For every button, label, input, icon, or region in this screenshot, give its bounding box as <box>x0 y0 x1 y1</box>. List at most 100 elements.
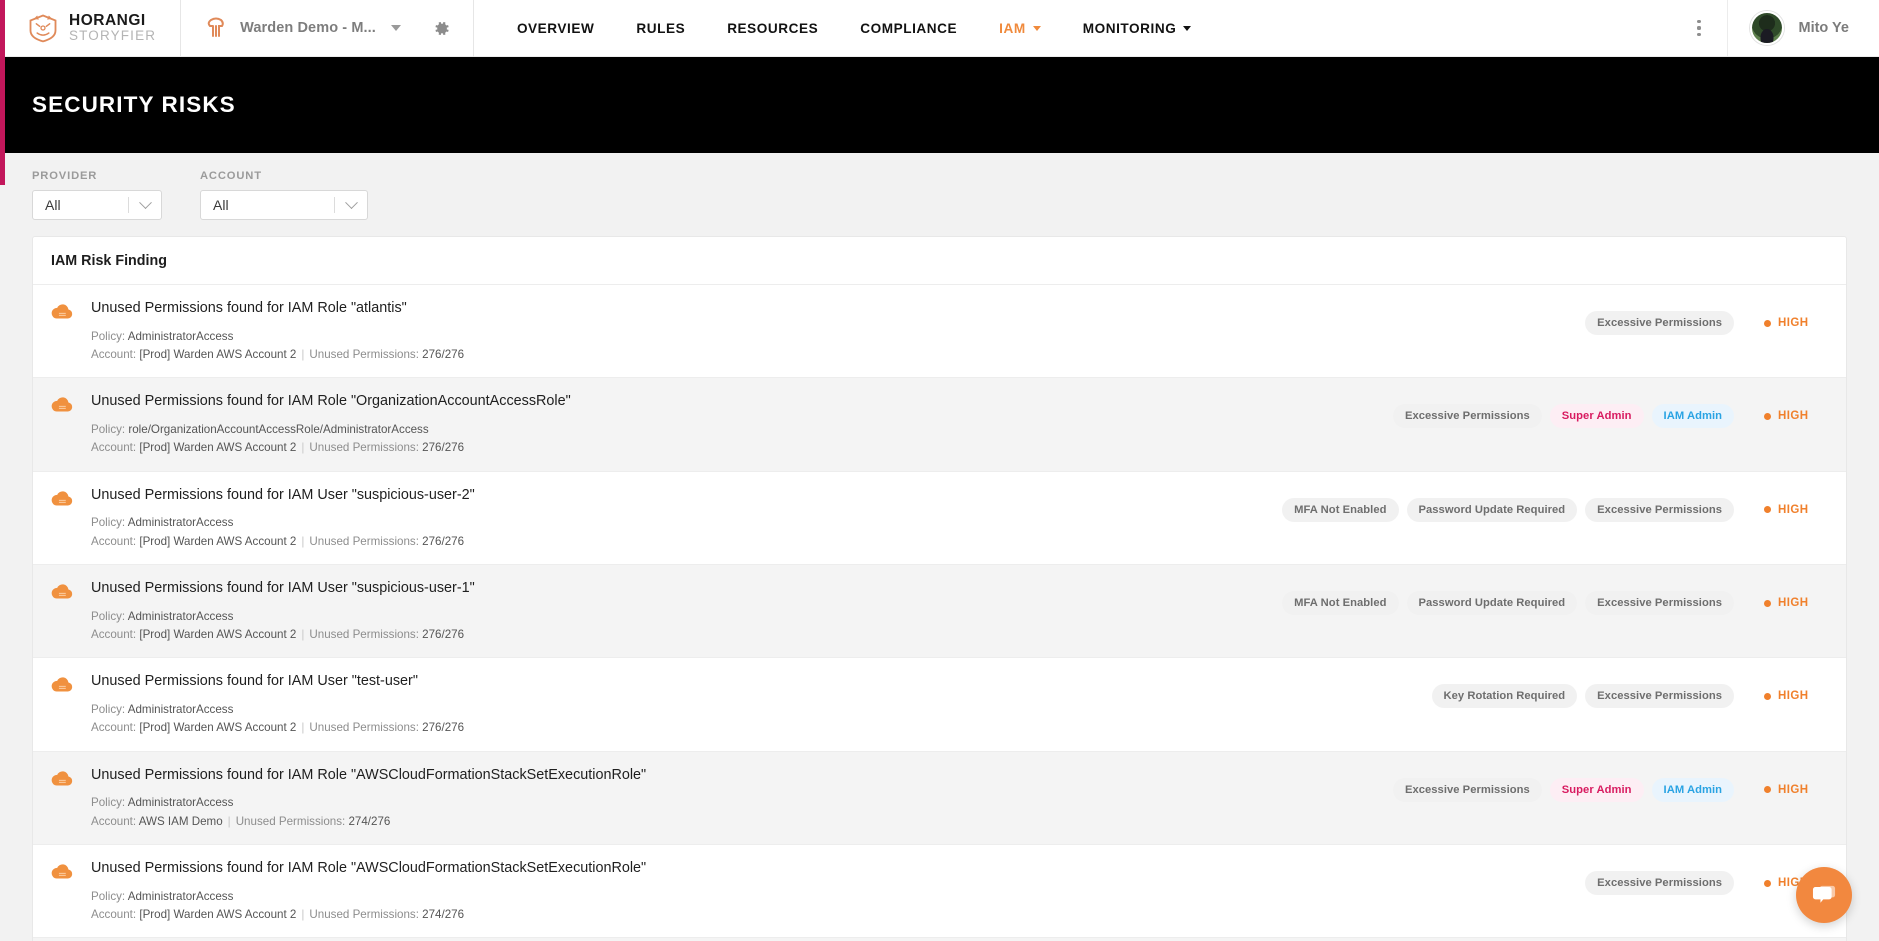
finding-title: Unused Permissions found for IAM User "t… <box>91 673 418 690</box>
finding-row[interactable]: Unused Permissions found for IAM Role "O… <box>33 378 1846 472</box>
nav-item-rules[interactable]: RULES <box>615 0 706 56</box>
finding-row[interactable]: Unused Permissions found for IAM Role "a… <box>33 285 1846 379</box>
finding-tag[interactable]: Excessive Permissions <box>1585 684 1734 709</box>
finding-row[interactable]: Unused Permissions found for IAM User "s… <box>33 472 1846 566</box>
finding-meta: Policy: AdministratorAccess Account: AWS … <box>91 794 1381 831</box>
finding-title: Unused Permissions found for IAM Role "O… <box>91 393 571 410</box>
finding-meta: Policy: AdministratorAccess Account: [Pro… <box>91 888 1573 925</box>
severity-dot-icon <box>1764 786 1771 794</box>
nav-item-resources[interactable]: RESOURCES <box>706 0 839 56</box>
organization-selector[interactable]: Warden Demo - M... <box>181 0 419 56</box>
card-header: IAM Risk Finding <box>33 237 1846 285</box>
finding-tag[interactable]: MFA Not Enabled <box>1282 591 1399 616</box>
nav-item-iam[interactable]: IAM <box>978 0 1062 56</box>
finding-status: Excessive Permissions Super Admin IAM Admi… <box>1392 392 1846 429</box>
finding-content: Unused Permissions found for IAM Role "a… <box>91 299 1585 364</box>
finding-tag[interactable]: Excessive Permissions <box>1585 311 1734 335</box>
row-icon-wrap <box>33 299 91 320</box>
finding-row[interactable]: Unused Permissions found for IAM User "t… <box>33 658 1846 752</box>
brand-name-primary: HORANGI <box>69 12 146 30</box>
page-title: SECURITY RISKS <box>32 92 236 117</box>
finding-tag[interactable]: Password Update Required <box>1406 497 1578 522</box>
finding-tag[interactable]: Super Admin <box>1549 777 1644 802</box>
finding-content: Unused Permissions found for IAM Role "O… <box>91 392 1393 457</box>
severity-dot-icon <box>1764 412 1771 420</box>
finding-row[interactable]: Unused Permissions found for IAM User "s… <box>33 565 1846 659</box>
finding-tags: Key Rotation Required Excessive Permissio… <box>1431 684 1734 709</box>
finding-status: Excessive Permissions Super Admin IAM Admi… <box>1392 766 1846 802</box>
filter-label-account: ACCOUNT <box>200 170 262 182</box>
card-title: IAM Risk Finding <box>51 253 167 269</box>
kebab-menu-icon[interactable] <box>1671 20 1726 36</box>
severity-label: HIGH <box>1778 503 1809 516</box>
topbar-right-section: Mito Ye <box>1671 0 1879 56</box>
iam-risk-finding-card: IAM Risk Finding Unused Permissions foun… <box>32 236 1847 941</box>
row-icon-wrap <box>33 486 91 507</box>
user-menu[interactable]: Mito Ye <box>1726 0 1879 56</box>
row-icon-wrap <box>33 766 91 787</box>
findings-scroll-region[interactable]: IAM Risk Finding Unused Permissions foun… <box>0 236 1879 941</box>
aws-cloud-icon <box>51 864 73 879</box>
finding-policy: Policy: role/OrganizationAccountAccessRo… <box>91 423 429 437</box>
nav-item-monitoring[interactable]: MONITORING <box>1062 0 1213 56</box>
page-accent-stripe <box>0 0 5 185</box>
chevron-down-icon[interactable] <box>129 195 161 210</box>
finding-meta: Policy: AdministratorAccess Account: [Pro… <box>91 701 1420 738</box>
nav-label: OVERVIEW <box>516 20 595 36</box>
severity-badge: HIGH <box>1734 690 1846 702</box>
finding-content: Unused Permissions found for IAM Role "A… <box>91 766 1393 831</box>
finding-tag[interactable]: Password Update Required <box>1406 591 1578 616</box>
finding-policy: Policy: AdministratorAccess <box>91 329 234 343</box>
severity-dot-icon <box>1764 506 1771 514</box>
finding-row[interactable]: Unused Permissions found for IAM Role "A… <box>33 845 1846 939</box>
finding-row[interactable]: Unused Permissions found for IAM Role "A… <box>33 751 1846 846</box>
top-navigation-bar: HORANGI STORYFIER Warden Demo - M... OVE… <box>0 0 1879 57</box>
nav-item-overview[interactable]: OVERVIEW <box>496 0 615 56</box>
finding-title: Unused Permissions found for IAM User "s… <box>91 486 475 503</box>
chat-support-button[interactable] <box>1796 867 1852 923</box>
finding-tag[interactable]: Key Rotation Required <box>1431 684 1578 709</box>
finding-account-line: Account: [Prod] Warden AWS Account 2 | Unu… <box>91 534 465 548</box>
finding-tag[interactable]: Super Admin <box>1549 404 1644 429</box>
finding-meta: Policy: role/OrganizationAccountAccessRo… <box>91 421 1381 458</box>
finding-tag[interactable]: Excessive Permissions <box>1392 777 1542 802</box>
finding-title: Unused Permissions found for IAM User "s… <box>91 580 475 597</box>
finding-title: Unused Permissions found for IAM Role "A… <box>91 766 647 783</box>
nav-label: COMPLIANCE <box>860 20 958 36</box>
finding-tag[interactable]: MFA Not Enabled <box>1282 497 1399 522</box>
finding-title: Unused Permissions found for IAM Role "a… <box>91 300 407 316</box>
finding-policy: Policy: AdministratorAccess <box>91 889 234 903</box>
finding-meta: Policy: AdministratorAccess Account: [Pro… <box>91 328 1573 365</box>
severity-label: HIGH <box>1778 597 1809 610</box>
avatar <box>1749 11 1784 45</box>
row-icon-wrap <box>33 859 91 880</box>
nav-item-compliance[interactable]: COMPLIANCE <box>839 0 978 56</box>
finding-account-line: Account: [Prod] Warden AWS Account 2 | Unu… <box>91 348 465 362</box>
gear-icon <box>435 21 449 35</box>
finding-tag[interactable]: Excessive Permissions <box>1392 404 1542 429</box>
row-icon-wrap <box>33 392 91 413</box>
filter-label-provider: PROVIDER <box>32 170 98 182</box>
finding-account-line: Account: [Prod] Warden AWS Account 2 | Unu… <box>91 908 465 922</box>
severity-badge: HIGH <box>1734 504 1846 516</box>
provider-select[interactable]: All <box>32 190 162 220</box>
settings-button[interactable] <box>419 0 465 56</box>
chevron-down-icon[interactable] <box>335 195 367 210</box>
finding-tag[interactable]: Excessive Permissions <box>1585 591 1734 616</box>
finding-content: Unused Permissions found for IAM Role "A… <box>91 859 1585 924</box>
aws-cloud-icon <box>51 584 73 599</box>
chevron-down-icon[interactable] <box>390 25 401 31</box>
brand-logo[interactable]: HORANGI STORYFIER <box>0 0 182 56</box>
finding-tags: Excessive Permissions <box>1585 871 1734 896</box>
filter-account: ACCOUNT All <box>200 170 368 220</box>
severity-dot-icon <box>1764 692 1771 700</box>
finding-policy: Policy: AdministratorAccess <box>91 703 234 717</box>
organization-name: Warden Demo - M... <box>240 20 376 36</box>
finding-tag[interactable]: IAM Admin <box>1651 777 1734 802</box>
account-select[interactable]: All <box>200 190 368 220</box>
finding-tag[interactable]: IAM Admin <box>1651 404 1734 429</box>
finding-tag[interactable]: Excessive Permissions <box>1585 497 1734 522</box>
main-nav-menu: OVERVIEW RULES RESOURCES COMPLIANCE IAM … <box>474 0 1212 56</box>
finding-meta: Policy: AdministratorAccess Account: [Pro… <box>91 514 1270 551</box>
finding-tag[interactable]: Excessive Permissions <box>1585 871 1734 896</box>
